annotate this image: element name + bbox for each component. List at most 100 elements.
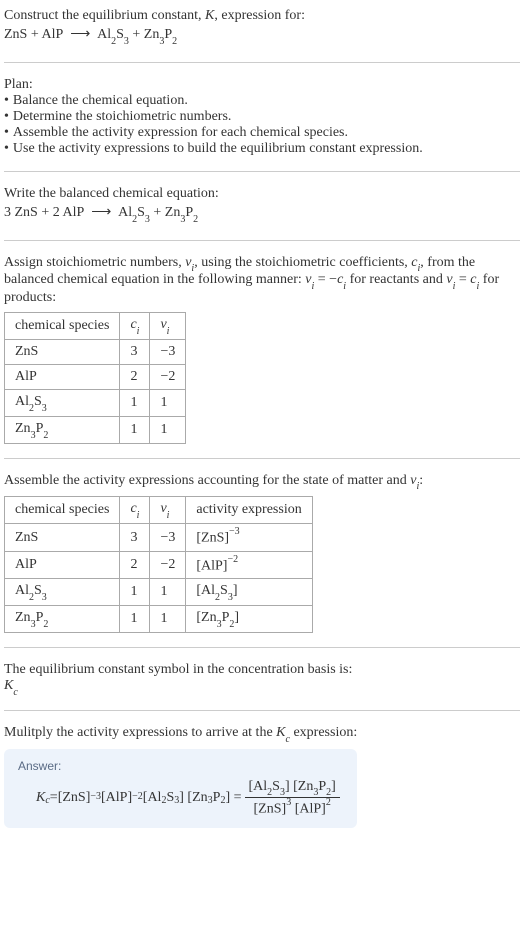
plan-item-text: Assemble the activity expression for eac…	[13, 125, 348, 140]
table-row: Zn3P211	[5, 416, 186, 443]
col-ci: ci	[120, 497, 150, 524]
stoich-section: Assign stoichiometric numbers, νi, using…	[4, 255, 520, 444]
col-nui: νi	[150, 313, 186, 340]
cell-expr: [ZnS]−3	[186, 524, 312, 552]
cell-species: AlP	[5, 551, 120, 579]
cell-species: Al2S3	[5, 389, 120, 416]
coef-1: 3	[4, 205, 11, 220]
cell-expr: [Al2S3]	[186, 579, 312, 606]
intro-K: K	[205, 8, 214, 23]
stoich-text: Assign stoichiometric numbers, νi, using…	[4, 255, 520, 307]
unbalanced-equation: ZnS + AlP ⟶ Al2S3 + Zn3P2	[4, 24, 520, 48]
reactant-1: ZnS	[15, 205, 38, 220]
activity-table: chemical species ci νi activity expressi…	[4, 496, 313, 633]
table-row: AlP2−2[AlP]−2	[5, 551, 313, 579]
intro-prompt-b: , expression for:	[214, 8, 305, 23]
cell-c: 1	[120, 606, 150, 633]
cell-nu: 1	[150, 606, 186, 633]
cell-species: Zn3P2	[5, 416, 120, 443]
cell-c: 3	[120, 524, 150, 552]
cell-c: 2	[120, 364, 150, 389]
col-ci: ci	[120, 313, 150, 340]
multiply-text: Mulitply the activity expressions to arr…	[4, 725, 520, 743]
cell-expr: [Zn3P2]	[186, 606, 312, 633]
symbol-text: The equilibrium constant symbol in the c…	[4, 662, 520, 678]
plan-item: • Determine the stoichiometric numbers.	[4, 109, 520, 125]
cell-expr: [AlP]−2	[186, 551, 312, 579]
bullet-icon: •	[4, 93, 9, 109]
intro-prompt-a: Construct the equilibrium constant,	[4, 8, 205, 23]
table-row: Zn3P211[Zn3P2]	[5, 606, 313, 633]
table-row: ZnS3−3	[5, 339, 186, 364]
divider	[4, 710, 520, 711]
plan-item-text: Balance the chemical equation.	[13, 93, 188, 108]
reactant-2: AlP	[62, 205, 83, 220]
divider	[4, 62, 520, 63]
intro-section: Construct the equilibrium constant, K, e…	[4, 8, 520, 48]
col-species: chemical species	[5, 497, 120, 524]
col-nui: νi	[150, 497, 186, 524]
cell-nu: −3	[150, 339, 186, 364]
plan-section: Plan: • Balance the chemical equation. • D…	[4, 77, 520, 157]
plan-item: • Use the activity expressions to build t…	[4, 141, 520, 157]
divider	[4, 240, 520, 241]
balanced-section: Write the balanced chemical equation: 3 …	[4, 186, 520, 226]
plus: +	[41, 205, 49, 220]
table-row: ZnS3−3[ZnS]−3	[5, 524, 313, 552]
balanced-equation: 3 ZnS + 2 AlP ⟶ Al2S3 + Zn3P2	[4, 202, 520, 226]
cell-species: Zn3P2	[5, 606, 120, 633]
cell-c: 1	[120, 579, 150, 606]
cell-nu: −3	[150, 524, 186, 552]
cell-nu: −2	[150, 364, 186, 389]
cell-nu: 1	[150, 416, 186, 443]
table-header-row: chemical species ci νi activity expressi…	[5, 497, 313, 524]
col-activity: activity expression	[186, 497, 312, 524]
plan-item-text: Determine the stoichiometric numbers.	[13, 109, 232, 124]
fraction-denominator: [ZnS]3 [AlP]2	[245, 798, 340, 818]
table-header-row: chemical species ci νi	[5, 313, 186, 340]
plan-item: • Assemble the activity expression for ea…	[4, 125, 520, 141]
answer-box: Answer: Kc = [ZnS]−3 [AlP]−2 [Al2S3] [Zn…	[4, 749, 357, 828]
product-1: Al2S3	[97, 27, 129, 42]
product-2: Zn3P2	[165, 205, 198, 220]
fraction: [Al2S3] [Zn3P2] [ZnS]3 [AlP]2	[245, 779, 340, 818]
activity-heading: Assemble the activity expressions accoun…	[4, 473, 520, 491]
cell-c: 1	[120, 389, 150, 416]
reactant-1: ZnS	[4, 27, 27, 42]
cell-nu: 1	[150, 389, 186, 416]
col-species: chemical species	[5, 313, 120, 340]
cell-c: 3	[120, 339, 150, 364]
reaction-arrow: ⟶	[91, 202, 111, 224]
table-row: Al2S311[Al2S3]	[5, 579, 313, 606]
cell-nu: −2	[150, 551, 186, 579]
activity-section: Assemble the activity expressions accoun…	[4, 473, 520, 634]
bullet-icon: •	[4, 109, 9, 125]
bullet-icon: •	[4, 141, 9, 157]
symbol-section: The equilibrium constant symbol in the c…	[4, 662, 520, 696]
cell-species: ZnS	[5, 339, 120, 364]
balanced-heading: Write the balanced chemical equation:	[4, 186, 520, 202]
plus: +	[153, 205, 161, 220]
plan-item: • Balance the chemical equation.	[4, 93, 520, 109]
intro-prompt: Construct the equilibrium constant, K, e…	[4, 8, 520, 24]
bullet-icon: •	[4, 125, 9, 141]
plan-item-text: Use the activity expressions to build th…	[13, 141, 423, 156]
table-row: AlP2−2	[5, 364, 186, 389]
cell-species: ZnS	[5, 524, 120, 552]
plan-heading: Plan:	[4, 77, 520, 93]
cell-species: Al2S3	[5, 579, 120, 606]
cell-c: 2	[120, 551, 150, 579]
cell-species: AlP	[5, 364, 120, 389]
reaction-arrow: ⟶	[70, 24, 90, 46]
stoich-table: chemical species ci νi ZnS3−3 AlP2−2 Al2…	[4, 312, 186, 443]
symbol-value: Kc	[4, 678, 520, 696]
product-1: Al2S3	[118, 205, 150, 220]
divider	[4, 647, 520, 648]
fraction-numerator: [Al2S3] [Zn3P2]	[245, 779, 340, 799]
divider	[4, 171, 520, 172]
plus-2: +	[132, 27, 140, 42]
coef-2: 2	[53, 205, 60, 220]
answer-label: Answer:	[18, 759, 343, 773]
table-row: Al2S311	[5, 389, 186, 416]
answer-expression: Kc = [ZnS]−3 [AlP]−2 [Al2S3] [Zn3P2] = […	[18, 779, 343, 818]
